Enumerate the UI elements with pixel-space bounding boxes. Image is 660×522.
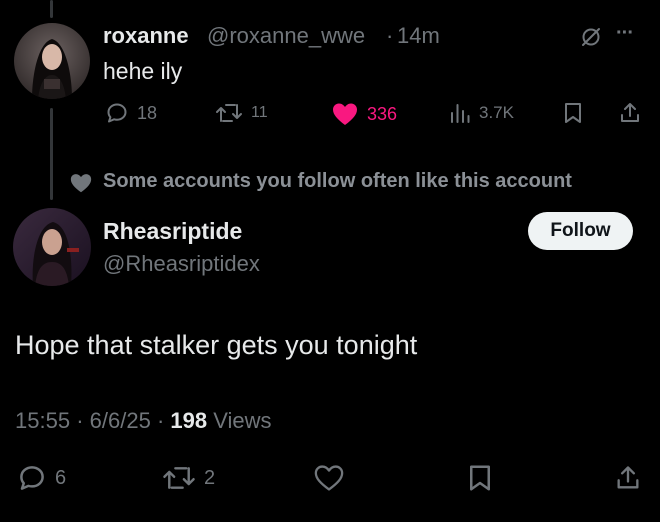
reply-text: hehe ily bbox=[103, 58, 183, 84]
more-icon[interactable]: ··· bbox=[616, 22, 634, 45]
avatar-image bbox=[13, 208, 91, 286]
avatar-image bbox=[14, 23, 90, 99]
grok-icon[interactable] bbox=[580, 26, 602, 53]
reply-count-action[interactable]: 18 bbox=[105, 101, 157, 125]
reply-separator: · bbox=[386, 23, 394, 48]
meta-separator: · bbox=[76, 408, 84, 433]
reply-count: 18 bbox=[137, 102, 158, 123]
avatar[interactable] bbox=[13, 208, 91, 286]
tweet-date[interactable]: 6/6/25 bbox=[90, 408, 151, 433]
bookmark-icon[interactable] bbox=[563, 101, 583, 130]
main-author-handle[interactable]: @Rheasriptidex bbox=[103, 251, 260, 277]
meta-separator: · bbox=[156, 408, 165, 433]
views-action[interactable]: 3.7K bbox=[449, 101, 514, 125]
reply-icon bbox=[20, 466, 44, 490]
like-icon bbox=[333, 103, 357, 125]
views-number: 198 bbox=[170, 408, 208, 433]
reply-count: 6 bbox=[55, 466, 67, 489]
main-tweet-text: Hope that stalker gets you tonight bbox=[15, 330, 418, 360]
main-author-name[interactable]: Rheasriptide bbox=[103, 218, 242, 245]
views-icon bbox=[451, 104, 470, 123]
reply-author-handle[interactable]: @roxanne_wwe bbox=[207, 23, 365, 49]
repost-icon bbox=[216, 104, 242, 122]
follow-button[interactable]: Follow bbox=[528, 212, 633, 250]
like-count: 336 bbox=[367, 103, 398, 124]
share-icon[interactable] bbox=[614, 463, 642, 498]
repost-icon bbox=[163, 467, 195, 489]
views-label: Views bbox=[213, 408, 272, 433]
reply-author-name[interactable]: roxanne bbox=[103, 23, 189, 49]
reply-time[interactable]: 14m bbox=[397, 23, 440, 49]
repost-count: 2 bbox=[204, 466, 216, 489]
reply-count-action[interactable]: 6 bbox=[17, 463, 66, 493]
repost-count: 11 bbox=[251, 104, 268, 121]
bookmark-icon[interactable] bbox=[467, 463, 493, 498]
avatar[interactable] bbox=[14, 23, 90, 99]
social-context-text: Some accounts you follow often like this… bbox=[103, 170, 572, 192]
reply-icon bbox=[107, 103, 127, 123]
thread-line-top bbox=[50, 0, 53, 18]
tweet-time[interactable]: 15:55 bbox=[15, 408, 70, 433]
repost-action[interactable]: 2 bbox=[162, 463, 215, 493]
like-icon[interactable] bbox=[313, 463, 345, 498]
heart-icon bbox=[69, 172, 93, 199]
thread-line-bottom bbox=[50, 108, 53, 200]
views-count: 3.7K bbox=[479, 103, 514, 122]
share-icon[interactable] bbox=[618, 101, 642, 130]
like-action[interactable]: 336 bbox=[331, 101, 397, 127]
tweet-meta: 15:55 · 6/6/25 · 198 Views bbox=[15, 408, 272, 434]
repost-action[interactable]: 11 bbox=[215, 101, 268, 125]
